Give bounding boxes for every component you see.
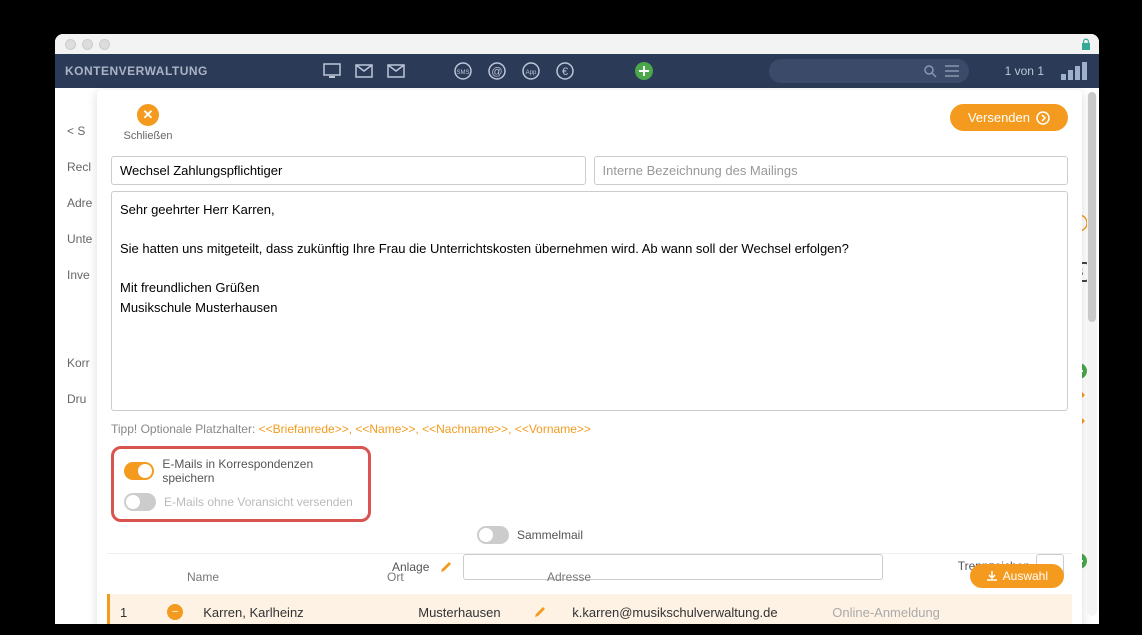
- toolbar-icons: SMS @ App €: [323, 60, 655, 82]
- send-without-preview-label: E-Mails ohne Voransicht versenden: [164, 495, 353, 509]
- maximize-window-icon[interactable]: [99, 39, 110, 50]
- tip-placeholders: <<Briefanrede>>, <<Name>>, <<Nachname>>,…: [259, 422, 591, 436]
- list-icon: [945, 65, 959, 77]
- cell-name: Karren, Karlheinz: [203, 605, 418, 620]
- subject-input[interactable]: [111, 156, 586, 185]
- add-icon[interactable]: [633, 60, 655, 82]
- pencil-icon[interactable]: [533, 605, 547, 619]
- highlight-box: E-Mails in Korrespondenzen speichern E-M…: [111, 446, 371, 522]
- sammelmail-toggle[interactable]: [477, 526, 509, 544]
- cell-ort: Musterhausen: [418, 605, 533, 620]
- at-icon[interactable]: @: [487, 61, 507, 81]
- scrollbar-thumb[interactable]: [1088, 92, 1096, 322]
- body-textarea[interactable]: [111, 191, 1068, 411]
- svg-text:App: App: [526, 70, 537, 76]
- send-without-preview-toggle[interactable]: [124, 493, 156, 511]
- traffic-lights: [65, 39, 110, 50]
- tip-prefix: Tipp! Optionale Platzhalter:: [111, 422, 259, 436]
- close-group[interactable]: ✕ Schließen: [111, 104, 185, 142]
- table-row[interactable]: 1 − Karren, Karlheinz Musterhausen k.kar…: [107, 594, 1072, 624]
- euro-icon[interactable]: €: [555, 61, 575, 81]
- download-icon: [986, 570, 998, 582]
- save-correspondence-toggle-row: E-Mails in Korrespondenzen speichern: [124, 457, 358, 485]
- app-icon[interactable]: App: [521, 61, 541, 81]
- col-addr: Adresse: [547, 570, 827, 584]
- send-without-preview-toggle-row: E-Mails ohne Voransicht versenden: [124, 493, 358, 511]
- sms-icon[interactable]: SMS: [453, 61, 473, 81]
- close-icon[interactable]: ✕: [137, 104, 159, 126]
- sammelmail-label: Sammelmail: [517, 528, 583, 542]
- cell-address: k.karren@musikschulverwaltung.de: [572, 605, 832, 620]
- modal-header: ✕ Schließen Versenden: [111, 104, 1068, 142]
- arrow-circle-icon: [1036, 111, 1050, 125]
- row-index: 1: [120, 605, 127, 620]
- cell-source: Online-Anmeldung: [832, 605, 940, 620]
- mail-open-icon[interactable]: [387, 64, 405, 78]
- topbar: KONTENVERWALTUNG SMS @ App € 1 von 1: [55, 54, 1099, 88]
- page-title: KONTENVERWALTUNG: [65, 64, 208, 78]
- send-label: Versenden: [968, 110, 1030, 125]
- lock-icon: [1081, 38, 1091, 50]
- selection-button[interactable]: Auswahl: [970, 564, 1064, 588]
- minimize-window-icon[interactable]: [82, 39, 93, 50]
- save-correspondence-label: E-Mails in Korrespondenzen speichern: [162, 457, 358, 485]
- recipients-section: Name Ort Adresse Auswahl 1 − Karren, Kar…: [107, 553, 1072, 624]
- mail-modal: ✕ Schließen Versenden Tipp! Optionale Pl…: [97, 90, 1082, 624]
- table-header: Name Ort Adresse Auswahl: [107, 570, 1072, 594]
- app-window: KONTENVERWALTUNG SMS @ App € 1 von 1 < S…: [55, 34, 1099, 624]
- send-button[interactable]: Versenden: [950, 104, 1068, 131]
- close-label: Schließen: [111, 130, 185, 142]
- col-ort: Ort: [387, 570, 547, 584]
- placeholder-tip: Tipp! Optionale Platzhalter: <<Briefanre…: [111, 422, 1068, 436]
- close-window-icon[interactable]: [65, 39, 76, 50]
- screen-icon[interactable]: [323, 63, 341, 79]
- titlebar: [55, 34, 1099, 54]
- search-box[interactable]: [769, 59, 969, 83]
- remove-row-icon[interactable]: −: [167, 604, 183, 620]
- mail-icon[interactable]: [355, 64, 373, 78]
- record-count: 1 von 1: [1005, 64, 1044, 78]
- col-name: Name: [187, 570, 387, 584]
- internal-name-input[interactable]: [594, 156, 1069, 185]
- svg-text:€: €: [562, 66, 568, 78]
- scrollbar[interactable]: [1087, 92, 1097, 616]
- save-correspondence-toggle[interactable]: [124, 462, 154, 480]
- signal-icon: [1061, 62, 1087, 80]
- selection-label: Auswahl: [1003, 569, 1048, 583]
- svg-text:@: @: [491, 66, 502, 78]
- svg-text:SMS: SMS: [456, 70, 469, 76]
- search-icon: [924, 65, 937, 78]
